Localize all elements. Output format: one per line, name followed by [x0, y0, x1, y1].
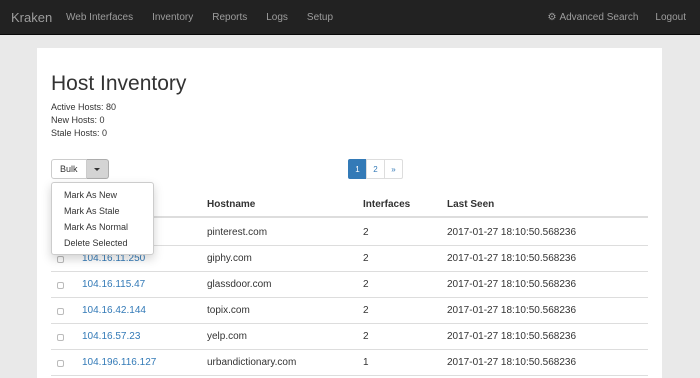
bulk-dropdown-toggle[interactable]: [86, 159, 109, 179]
host-ip-link[interactable]: 104.196.116.127: [82, 357, 156, 368]
hostname-cell: glassdoor.com: [207, 279, 272, 290]
nav-right: ⚙ Advanced Search Logout: [547, 0, 686, 35]
pagination: 1 2 »: [348, 159, 403, 179]
interfaces-cell: 2: [363, 279, 369, 290]
interfaces-cell: 1: [363, 357, 369, 368]
menu-delete-selected[interactable]: Delete Selected: [52, 235, 153, 251]
header-hostname[interactable]: Hostname: [207, 199, 255, 210]
hostname-cell: yelp.com: [207, 331, 248, 342]
interfaces-cell: 2: [363, 253, 369, 264]
row-checkbox[interactable]: [57, 334, 64, 341]
last-seen-cell: 2017-01-27 18:10:50.568236: [447, 331, 577, 342]
page-title: Host Inventory: [51, 72, 187, 95]
last-seen-cell: 2017-01-27 18:10:50.568236: [447, 227, 577, 238]
hostname-cell: giphy.com: [207, 253, 252, 264]
nav-setup[interactable]: Setup: [307, 12, 333, 23]
host-ip-link[interactable]: 104.16.57.23: [82, 331, 140, 342]
content-panel: Host Inventory Active Hosts: 80 New Host…: [37, 48, 662, 378]
hostname-cell: pinterest.com: [207, 227, 268, 238]
bulk-dropdown-menu: Mark As New Mark As Stale Mark As Normal…: [51, 182, 154, 255]
row-checkbox[interactable]: [57, 360, 64, 367]
brand-link[interactable]: Kraken: [11, 10, 52, 25]
gear-icon: ⚙: [547, 11, 557, 23]
advanced-search-label: Advanced Search: [559, 12, 639, 23]
menu-mark-as-new[interactable]: Mark As New: [52, 187, 153, 203]
hostname-cell: urbandictionary.com: [207, 357, 297, 368]
nav-inventory[interactable]: Inventory: [152, 12, 193, 23]
main-nav: Web Interfaces Inventory Reports Logs Se…: [66, 0, 352, 35]
page-1-button[interactable]: 1: [348, 159, 367, 179]
row-checkbox[interactable]: [57, 282, 64, 289]
logout-link[interactable]: Logout: [655, 12, 686, 23]
nav-reports[interactable]: Reports: [212, 12, 247, 23]
bulk-button-group: Bulk: [51, 159, 109, 179]
interfaces-cell: 2: [363, 227, 369, 238]
row-checkbox[interactable]: [57, 308, 64, 315]
next-page-button[interactable]: »: [384, 159, 403, 179]
menu-mark-as-normal[interactable]: Mark As Normal: [52, 219, 153, 235]
last-seen-cell: 2017-01-27 18:10:50.568236: [447, 305, 577, 316]
interfaces-cell: 2: [363, 331, 369, 342]
table-row: 104.196.116.127 urbandictionary.com 1 20…: [51, 350, 648, 376]
last-seen-cell: 2017-01-27 18:10:50.568236: [447, 279, 577, 290]
menu-mark-as-stale[interactable]: Mark As Stale: [52, 203, 153, 219]
nav-logs[interactable]: Logs: [266, 12, 288, 23]
header-last-seen[interactable]: Last Seen: [447, 199, 494, 210]
bulk-button[interactable]: Bulk: [51, 159, 87, 179]
advanced-search-link[interactable]: ⚙ Advanced Search: [547, 12, 638, 23]
row-checkbox[interactable]: [57, 256, 64, 263]
host-ip-link[interactable]: 104.16.115.47: [82, 279, 145, 290]
caret-down-icon: [94, 167, 101, 171]
table-row: 104.16.115.47 glassdoor.com 2 2017-01-27…: [51, 272, 648, 298]
active-hosts-stat: Active Hosts: 80: [51, 102, 117, 112]
top-navbar: Kraken Web Interfaces Inventory Reports …: [0, 0, 700, 35]
nav-web-interfaces[interactable]: Web Interfaces: [66, 12, 133, 23]
interfaces-cell: 2: [363, 305, 369, 316]
hostname-cell: topix.com: [207, 305, 250, 316]
table-row: 104.16.57.23 yelp.com 2 2017-01-27 18:10…: [51, 324, 648, 350]
table-row: 104.16.42.144 topix.com 2 2017-01-27 18:…: [51, 298, 648, 324]
last-seen-cell: 2017-01-27 18:10:50.568236: [447, 253, 577, 264]
last-seen-cell: 2017-01-27 18:10:50.568236: [447, 357, 577, 368]
page-2-button[interactable]: 2: [366, 159, 385, 179]
header-interfaces[interactable]: Interfaces: [363, 199, 410, 210]
stale-hosts-stat: Stale Hosts: 0: [51, 128, 108, 138]
new-hosts-stat: New Hosts: 0: [51, 115, 105, 125]
host-ip-link[interactable]: 104.16.42.144: [82, 305, 146, 316]
